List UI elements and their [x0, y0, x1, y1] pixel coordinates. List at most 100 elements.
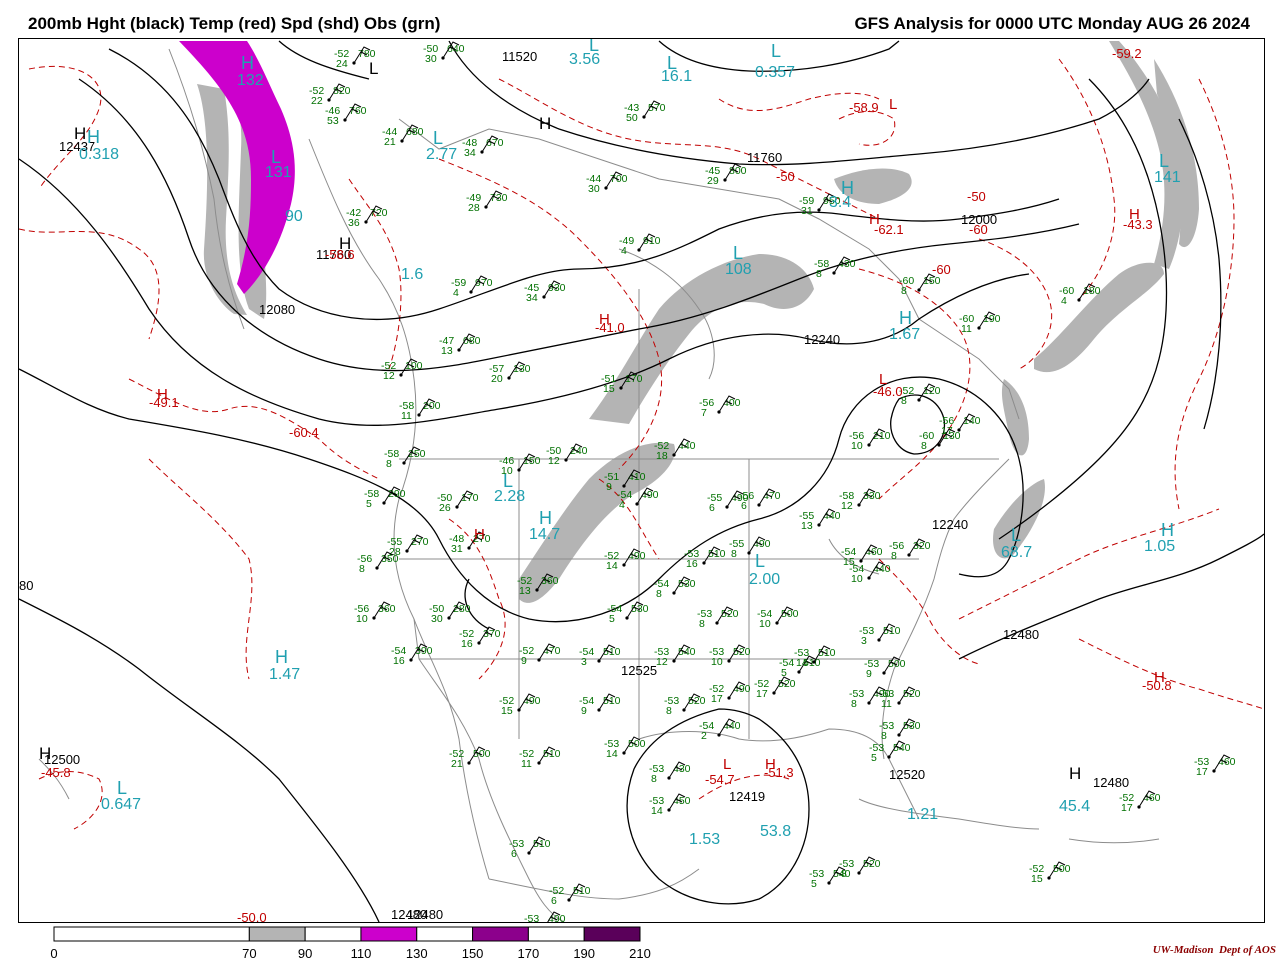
credit: UW-Madison Dept of AOS: [1153, 944, 1276, 956]
station-dewpoint-depression: 4: [621, 245, 627, 257]
wind-speed-value: 0.318: [79, 146, 119, 163]
height-contour-label: 12480: [1093, 775, 1129, 790]
station-height: 400: [723, 397, 741, 409]
station-dewpoint-depression: 3: [581, 656, 587, 668]
station-height: 970: [475, 277, 493, 289]
station-height: 500: [1053, 863, 1071, 875]
station-height: 720: [370, 207, 388, 219]
station-dewpoint-depression: 9: [521, 655, 527, 667]
temperature-center-letter: H: [1129, 206, 1140, 223]
station-height: 520: [863, 858, 881, 870]
station-dewpoint-depression: 13: [519, 585, 531, 597]
station-dewpoint-depression: 10: [759, 618, 771, 630]
station-dewpoint-depression: 20: [491, 373, 503, 385]
station-height: 910: [643, 235, 661, 247]
station-dewpoint-depression: 30: [588, 183, 600, 195]
station-plot: -49 73028: [466, 190, 508, 214]
station-plot: -5349010: [524, 911, 566, 922]
wind-speed-value: 132: [237, 72, 264, 89]
legend-tick-label: 170: [518, 946, 540, 960]
temperature-contour-label: -46.0: [873, 384, 903, 399]
station-height: 670: [486, 137, 504, 149]
height-contour-label: 11760: [747, 150, 782, 165]
station-height: 320: [913, 540, 931, 552]
legend-segment: [360, 926, 418, 942]
station-height: 520: [733, 646, 751, 658]
legend-segment: [248, 926, 306, 942]
credit-dept: Dept of AOS: [1218, 944, 1276, 956]
wind-speed-value: 108: [725, 261, 752, 278]
wind-speed-center-letter: H: [539, 508, 552, 528]
station-plot: -53 5308: [879, 718, 921, 742]
wind-speed-value: 0.357: [755, 64, 795, 81]
wind-speed-value: 14.7: [529, 526, 560, 543]
station-height: 680: [406, 126, 424, 138]
station-dewpoint-depression: 17: [756, 688, 768, 700]
station-height: 800: [729, 165, 747, 177]
station-height: 350: [381, 553, 399, 565]
legend-segment: [416, 926, 474, 942]
station-height: 490: [753, 538, 771, 550]
temperature-contour-label: -60: [969, 222, 988, 237]
station-height: 180: [1083, 285, 1101, 297]
wind-speed-value: 90: [285, 208, 303, 225]
station-height: 520: [688, 695, 706, 707]
legend-segment: [527, 926, 585, 942]
station-height: 460: [1218, 756, 1236, 768]
station-dewpoint-depression: 9: [581, 705, 587, 717]
station-dewpoint-depression: 8: [881, 730, 887, 742]
station-plot: -42 72036: [346, 205, 388, 229]
station-plot: -50 17026: [437, 490, 479, 514]
station-plot: -46 76053: [325, 103, 367, 127]
wind-speed-center-letter: L: [755, 551, 765, 571]
wind-speed-value: 1.6: [401, 266, 423, 283]
legend-tick-label: 90: [298, 946, 312, 960]
wind-speed-value: 1.21: [907, 806, 938, 823]
temperature-center-letter: L: [879, 371, 887, 388]
wind-speed-center-letter: L: [117, 778, 127, 798]
station-height: 140: [963, 415, 981, 427]
station-dewpoint-depression: 5: [366, 498, 372, 510]
temperature-contour-label: -45.8: [41, 765, 71, 780]
station-height: 510: [573, 885, 591, 897]
station-height: 640: [447, 43, 465, 55]
station-plot: -45 80029: [705, 163, 747, 187]
station-height: 490: [641, 489, 659, 501]
temperature-contour-label: -50: [776, 169, 795, 184]
station-height: 490: [523, 695, 541, 707]
station-dewpoint-depression: 17: [711, 693, 723, 705]
station-dewpoint-depression: 4: [1061, 295, 1067, 307]
station-plot: -52 49015: [499, 693, 541, 717]
temperature-contour-label: -50: [967, 189, 986, 204]
wind-speed-center-letter: L: [1159, 151, 1169, 171]
station-plot: -56 4706: [739, 488, 781, 512]
station-dewpoint-depression: 29: [707, 175, 719, 187]
temperature-center-letter: L: [723, 756, 731, 773]
station-dewpoint-depression: 14: [606, 748, 618, 760]
station-dewpoint-depression: 8: [816, 268, 822, 280]
station-plot: -50 28030: [429, 601, 471, 625]
station-plot: -52 52017: [754, 676, 796, 700]
station-plot: -52 5106: [549, 883, 591, 907]
station-plot: -53 52010: [709, 644, 751, 668]
wind-speed-value: 1.47: [269, 666, 300, 683]
station-height: 490: [628, 550, 646, 562]
height-center-letter: H: [74, 124, 86, 143]
station-dewpoint-depression: 5: [811, 878, 817, 890]
station-plot: -58 2905: [364, 486, 406, 510]
station-dewpoint-depression: 21: [451, 758, 463, 770]
station-dewpoint-depression: 4: [453, 287, 459, 299]
station-dewpoint-depression: 36: [348, 217, 360, 229]
weather-map: -52 780 24 -50 640 30 -52 820 22 -46 760 53 -44 680 21…: [18, 38, 1265, 923]
station-plot: -52 4709: [519, 643, 561, 667]
station-dewpoint-depression: 8: [901, 285, 907, 297]
station-dewpoint-depression: 8: [699, 618, 705, 630]
station-height: 730: [490, 192, 508, 204]
station-plot: -56 4007: [699, 395, 741, 419]
height-center-letter: H: [39, 744, 51, 763]
wind-speed-center-letter: L: [771, 41, 781, 61]
station-height: 460: [1143, 792, 1161, 804]
station-height: 170: [461, 492, 479, 504]
station-dewpoint-depression: 12: [656, 656, 668, 668]
wind-speed-value: 53.8: [760, 823, 791, 840]
